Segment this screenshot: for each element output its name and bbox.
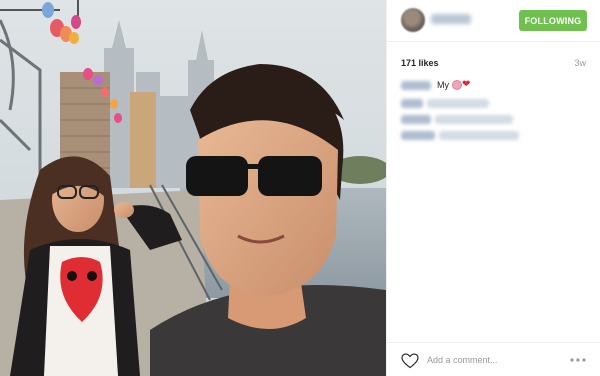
comment-row — [401, 131, 519, 140]
post-age[interactable]: 3w — [574, 58, 586, 68]
caption-text: My — [437, 80, 449, 90]
comment-username-blurred[interactable] — [401, 131, 435, 140]
post-header: FOLLOWING — [387, 0, 600, 42]
comment-username-blurred[interactable] — [401, 115, 431, 124]
heart-outline-icon[interactable] — [401, 353, 419, 369]
comment-text-blurred — [435, 115, 513, 124]
pig-face-emoji — [452, 80, 462, 90]
instagram-post: FOLLOWING 171 likes 3w My ❤ — [0, 0, 600, 376]
post-footer — [387, 342, 600, 376]
likes-count[interactable]: 171 likes — [401, 58, 439, 68]
caption: My ❤ — [401, 80, 470, 90]
avatar[interactable] — [401, 8, 425, 32]
following-button[interactable]: FOLLOWING — [519, 10, 587, 31]
comment-text-blurred — [427, 99, 489, 108]
comment-text-blurred — [439, 131, 519, 140]
comment-row — [401, 99, 489, 108]
add-comment-input[interactable] — [427, 352, 557, 368]
caption-username-blurred[interactable] — [401, 80, 431, 90]
post-photo[interactable] — [0, 0, 386, 376]
selfie-photo-illustration — [0, 0, 386, 376]
comment-username-blurred[interactable] — [401, 99, 423, 108]
username-blurred[interactable] — [431, 14, 471, 24]
ellipsis-icon[interactable] — [569, 357, 587, 363]
comment-row — [401, 115, 513, 124]
red-heart-emoji: ❤ — [462, 79, 471, 90]
post-side-panel: FOLLOWING 171 likes 3w My ❤ — [386, 0, 600, 376]
